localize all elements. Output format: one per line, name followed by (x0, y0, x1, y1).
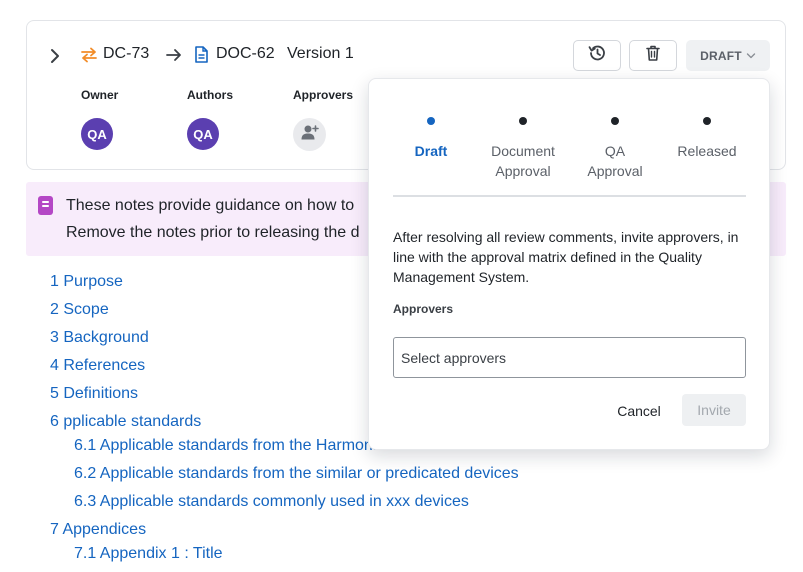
owner-avatar[interactable]: QA (81, 118, 113, 150)
arrow-right-icon (165, 48, 183, 62)
toc-link[interactable]: 6 pplicable standards (50, 413, 201, 431)
toc-link[interactable]: 3 Background (50, 329, 149, 347)
chevron-down-icon (746, 49, 756, 63)
history-button[interactable] (573, 40, 621, 71)
note-icon (38, 196, 53, 215)
workflow-popover: Draft Document Approval QA Approval Rele… (368, 78, 770, 450)
add-approver-button[interactable] (293, 118, 326, 151)
approvers-field-label: Approvers (393, 302, 454, 316)
toc-link[interactable]: 2 Scope (50, 301, 109, 319)
step-dot (703, 117, 711, 125)
step-label: Document Approval (491, 143, 555, 179)
add-user-icon (301, 124, 319, 145)
toc-link[interactable]: 5 Definitions (50, 385, 138, 403)
trash-icon (644, 44, 662, 67)
delete-button[interactable] (629, 40, 677, 71)
step-released[interactable]: Released (657, 117, 757, 161)
step-draft[interactable]: Draft (381, 117, 481, 161)
toc-link[interactable]: 7 Appendices (50, 521, 146, 539)
step-qa-approval[interactable]: QA Approval (565, 117, 665, 181)
stepper-divider (393, 195, 746, 197)
step-label: Draft (414, 143, 448, 159)
status-label: DRAFT (700, 48, 742, 63)
step-document-approval[interactable]: Document Approval (473, 117, 573, 181)
approvers-label: Approvers (293, 88, 354, 102)
toc-sublink[interactable]: 6.3 Applicable standards commonly used i… (74, 493, 469, 511)
step-dot (519, 117, 527, 125)
source-doc-id[interactable]: DC-73 (103, 45, 149, 63)
status-dropdown[interactable]: DRAFT (686, 40, 770, 71)
doc-version: Version 1 (287, 45, 354, 62)
history-icon (587, 43, 607, 68)
step-label: Released (677, 143, 737, 159)
cancel-button[interactable]: Cancel (609, 396, 669, 426)
notes-line-2: Remove the notes prior to releasing the … (66, 224, 360, 241)
approvers-select[interactable] (393, 337, 746, 378)
toc-sublink[interactable]: 7.1 Appendix 1 : Title (74, 545, 223, 563)
document-icon (194, 46, 208, 63)
step-label: QA Approval (587, 143, 643, 179)
author-avatar[interactable]: QA (187, 118, 219, 150)
workflow-description: After resolving all review comments, inv… (393, 229, 739, 285)
notes-line-1: These notes provide guidance on how to (66, 197, 355, 214)
invite-button[interactable]: Invite (682, 394, 746, 426)
step-dot (611, 117, 619, 125)
authors-label: Authors (187, 88, 233, 102)
link-arrows-icon (80, 47, 98, 63)
chevron-right-icon[interactable] (47, 46, 63, 66)
toc-link[interactable]: 1 Purpose (50, 273, 123, 291)
toc-sublink[interactable]: 6.2 Applicable standards from the simila… (74, 465, 519, 483)
toc-link[interactable]: 4 References (50, 357, 145, 375)
owner-label: Owner (81, 88, 119, 102)
doc-id[interactable]: DOC-62 (216, 45, 275, 63)
step-dot (427, 117, 435, 125)
